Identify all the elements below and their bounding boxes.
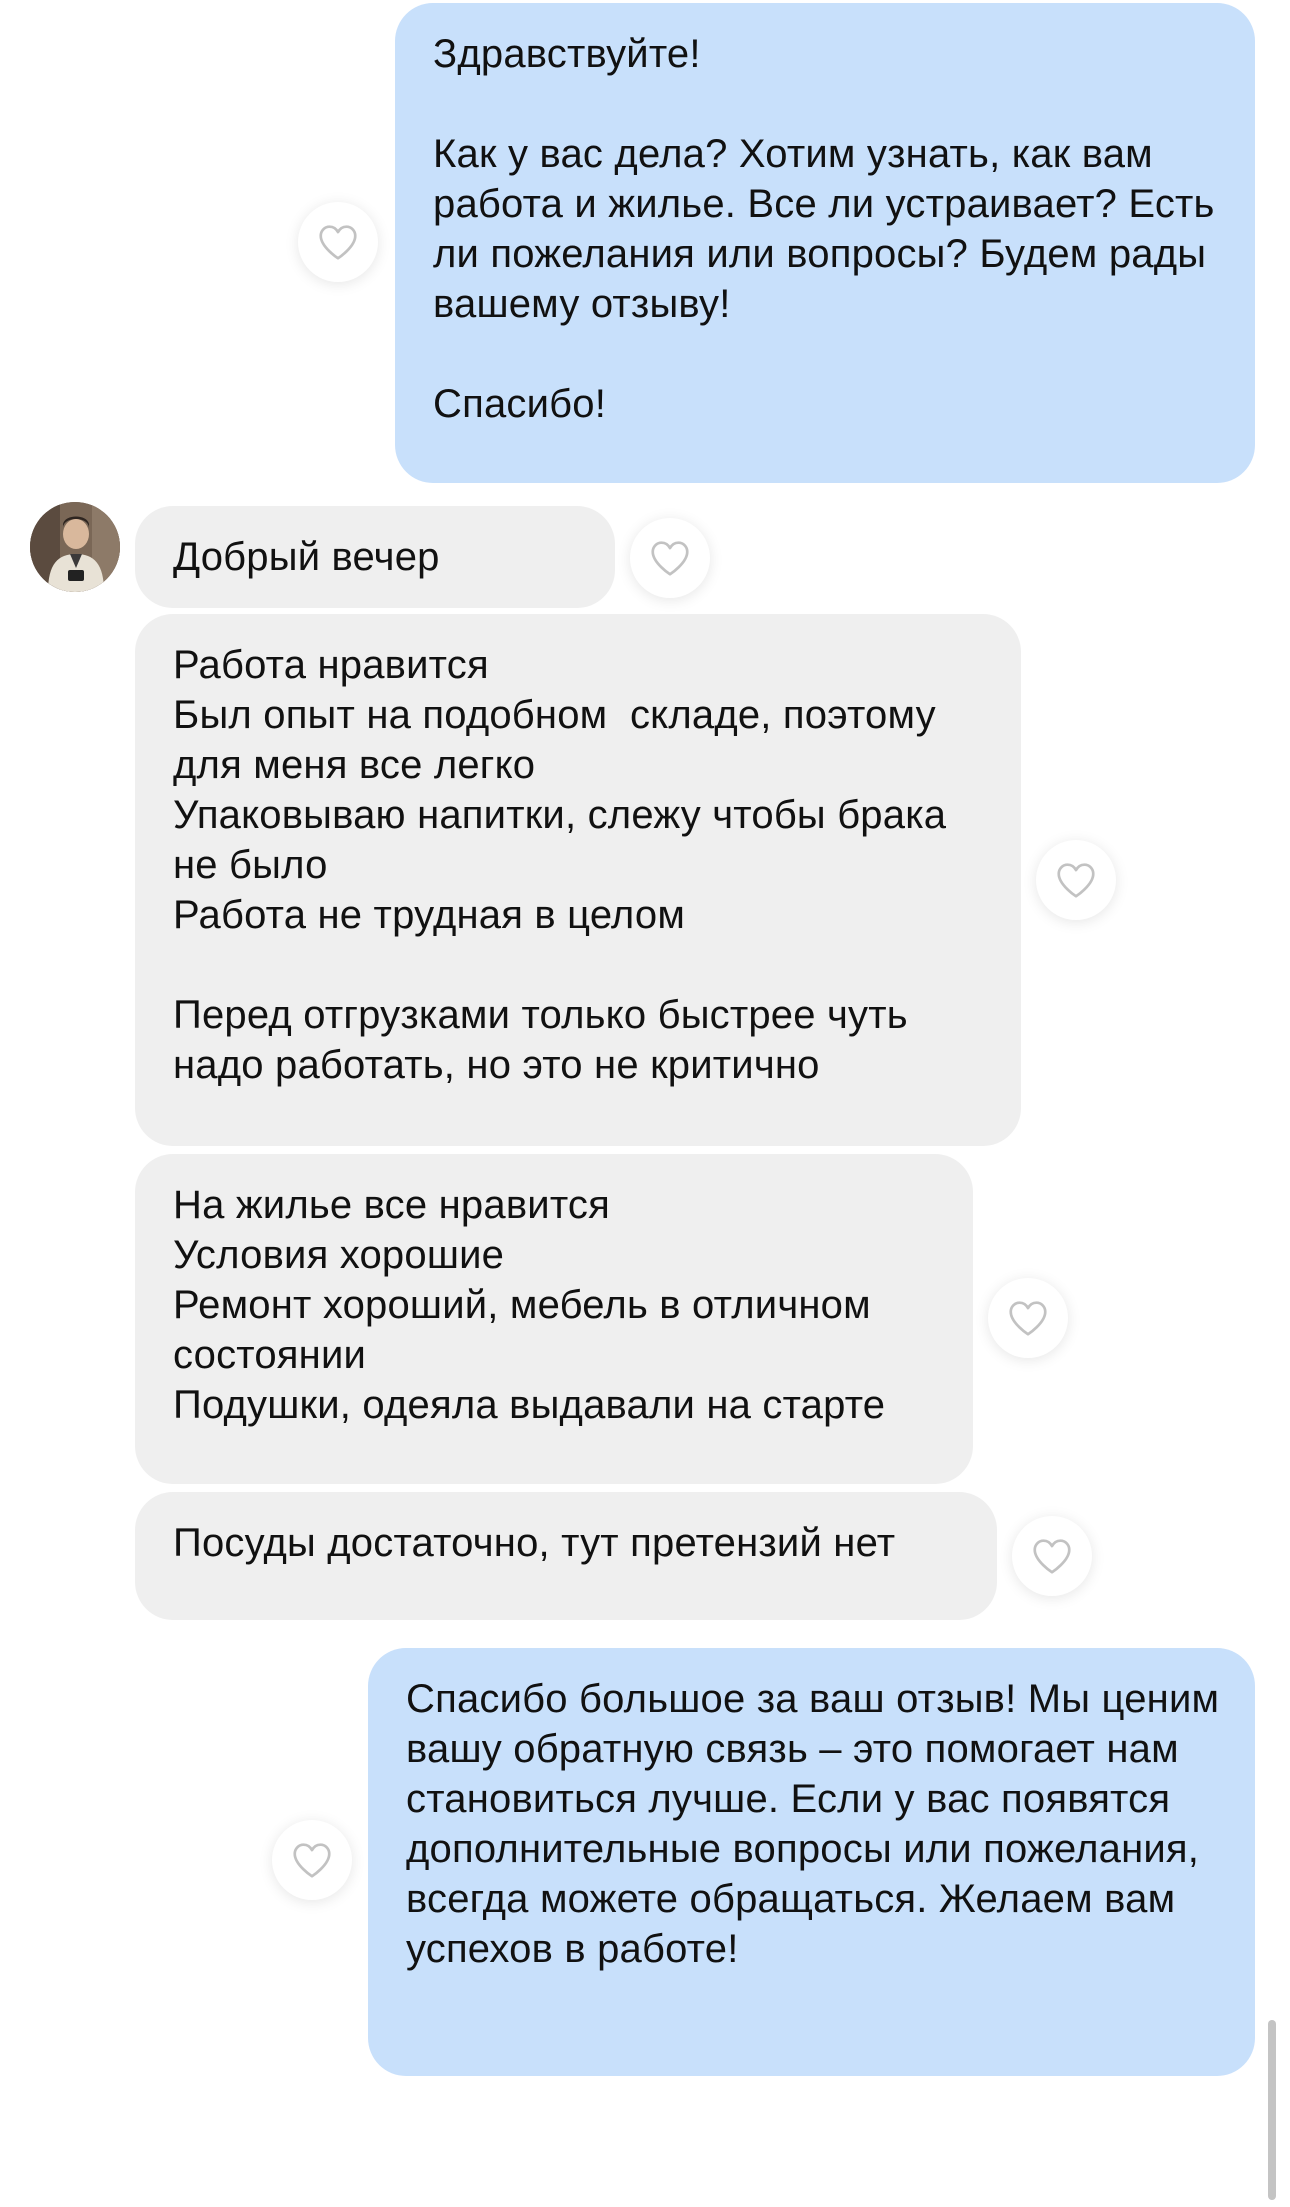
heart-icon bbox=[1009, 1301, 1047, 1336]
heart-icon bbox=[1057, 863, 1095, 898]
like-button[interactable] bbox=[1012, 1516, 1092, 1596]
like-button[interactable] bbox=[1036, 840, 1116, 920]
heart-icon bbox=[319, 225, 357, 260]
message-incoming[interactable]: Посуды достаточно, тут претензий нет bbox=[135, 1492, 997, 1620]
like-button[interactable] bbox=[298, 202, 378, 282]
chat-thread: Здравствуйте! Как у вас дела? Хотим узна… bbox=[0, 0, 1290, 2207]
heart-icon bbox=[293, 1843, 331, 1878]
like-button[interactable] bbox=[988, 1278, 1068, 1358]
like-button[interactable] bbox=[272, 1820, 352, 1900]
scrollbar[interactable] bbox=[1268, 2020, 1276, 2200]
message-outgoing[interactable]: Здравствуйте! Как у вас дела? Хотим узна… bbox=[395, 3, 1255, 483]
message-incoming[interactable]: Работа нравится Был опыт на подобном скл… bbox=[135, 614, 1021, 1146]
message-outgoing[interactable]: Спасибо большое за ваш отзыв! Мы ценим в… bbox=[368, 1648, 1255, 2076]
message-incoming[interactable]: На жилье все нравится Условия хорошие Ре… bbox=[135, 1154, 973, 1484]
heart-icon bbox=[1033, 1539, 1071, 1574]
heart-icon bbox=[651, 541, 689, 576]
contact-avatar[interactable] bbox=[30, 502, 120, 592]
like-button[interactable] bbox=[630, 518, 710, 598]
message-incoming[interactable]: Добрый вечер bbox=[135, 506, 615, 608]
avatar-image bbox=[30, 502, 120, 592]
